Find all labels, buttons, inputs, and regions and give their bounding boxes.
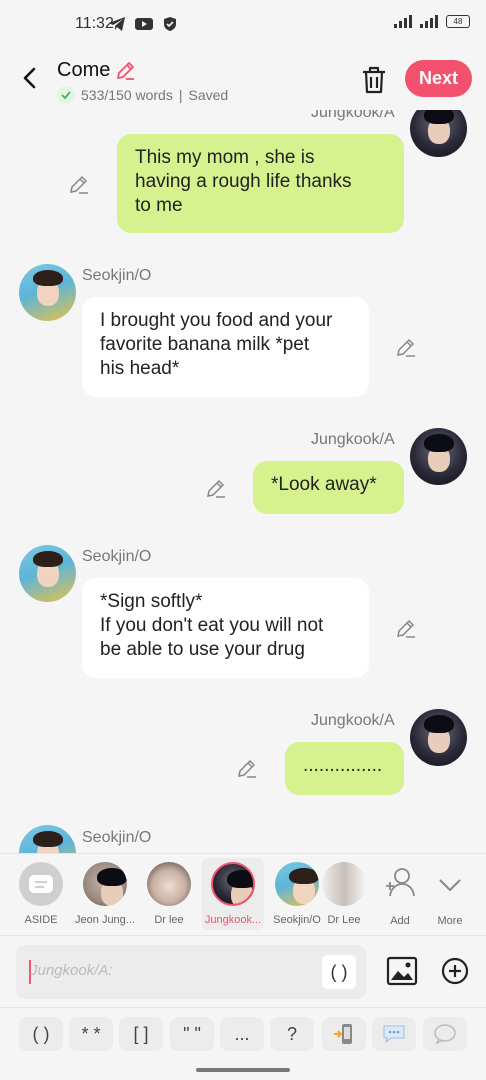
character-label: ASIDE: [24, 914, 58, 926]
saved-status: Saved: [188, 87, 229, 103]
home-indicator[interactable]: [196, 1068, 290, 1072]
trash-icon[interactable]: [360, 65, 388, 95]
edit-icon[interactable]: [205, 477, 227, 499]
edit-icon[interactable]: [395, 617, 417, 639]
separator: |: [178, 87, 183, 103]
status-system-icons: 48: [394, 14, 470, 28]
editor-header: Come 533/150 words | Saved Next: [0, 48, 486, 110]
avatar-jungkook[interactable]: [410, 709, 467, 766]
message-bubble[interactable]: *Look away*: [253, 461, 404, 514]
avatar-seokjin[interactable]: [19, 825, 76, 853]
edit-icon[interactable]: [395, 336, 417, 358]
message-bubble[interactable]: *Sign softly* If you don't eat you will …: [82, 578, 369, 678]
parentheses-button[interactable]: ( ): [19, 1017, 63, 1051]
add-circle-icon[interactable]: [440, 956, 470, 986]
character-dr-lee[interactable]: Dr lee: [138, 858, 200, 930]
format-toolbar: ( ) * * [ ] " " ... ?: [0, 1007, 486, 1061]
battery-icon: 48: [446, 14, 470, 28]
character-jungkook-selected[interactable]: Jungkook...: [202, 858, 264, 930]
avatar-jungkook[interactable]: [410, 110, 467, 157]
character-avatar: [275, 862, 319, 906]
story-title-text: Come: [57, 59, 111, 81]
next-button[interactable]: Next: [405, 60, 472, 97]
speech-bubble-icon: [434, 1024, 456, 1045]
youtube-icon: [135, 18, 153, 30]
telegram-icon: [109, 17, 125, 31]
pencil-icon[interactable]: [114, 60, 136, 82]
battery-level: 48: [453, 16, 463, 26]
back-arrow-icon[interactable]: [16, 64, 44, 92]
speaker-name: Seokjin/O: [82, 267, 152, 284]
input-row: Jungkook/A: ( ): [0, 935, 486, 1007]
thought-bubble-button[interactable]: [372, 1017, 416, 1051]
message-input[interactable]: Jungkook/A: ( ): [16, 945, 366, 999]
speaker-name: Jungkook/A: [311, 431, 395, 448]
character-dr-lee-2[interactable]: Dr Lee: [322, 858, 366, 930]
story-title[interactable]: Come: [57, 59, 136, 82]
avatar-seokjin[interactable]: [19, 545, 76, 602]
character-avatar: [147, 862, 191, 906]
speech-bubble-button[interactable]: [423, 1017, 467, 1051]
aside-avatar: [19, 862, 63, 906]
message-bubble[interactable]: I brought you food and your favorite ban…: [82, 297, 369, 397]
avatar-seokjin[interactable]: [19, 264, 76, 321]
phone-icon: [334, 1024, 352, 1044]
edit-icon[interactable]: [68, 173, 90, 195]
check-icon: [57, 86, 75, 104]
character-avatar: [211, 862, 255, 906]
asterisks-button[interactable]: * *: [69, 1017, 113, 1051]
ellipsis-button[interactable]: ...: [220, 1017, 264, 1051]
status-app-icons: [108, 16, 178, 32]
quotes-button[interactable]: " ": [170, 1017, 214, 1051]
chat-area[interactable]: Jungkook/A This my mom , she is having a…: [0, 110, 486, 853]
insert-parentheses-button[interactable]: ( ): [322, 955, 356, 989]
chevron-down-icon: [439, 879, 461, 892]
phone-call-button[interactable]: [322, 1017, 366, 1051]
word-count-status: 533/150 words | Saved: [57, 86, 228, 104]
more-characters-button[interactable]: More: [419, 858, 481, 930]
character-selector: ASIDE Jeon Jung... Dr lee Jungkook... Se…: [0, 853, 486, 935]
character-seokjin[interactable]: Seokjin/O: [266, 858, 328, 930]
character-jeon-jungkook[interactable]: Jeon Jung...: [74, 858, 136, 930]
input-placeholder: Jungkook/A:: [30, 962, 113, 979]
character-avatar: [322, 862, 366, 906]
add-user-icon: [386, 868, 415, 897]
word-count: 533/150 words: [81, 87, 173, 103]
brackets-button[interactable]: [ ]: [119, 1017, 163, 1051]
character-label: Seokjin/O: [273, 914, 321, 926]
character-label: Jeon Jung...: [75, 914, 135, 926]
character-label: Dr Lee: [327, 914, 361, 926]
image-icon[interactable]: [386, 955, 418, 987]
status-bar: 11:32 48: [0, 0, 486, 48]
speaker-name: Seokjin/O: [82, 829, 152, 846]
question-button[interactable]: ?: [270, 1017, 314, 1051]
speaker-name: Seokjin/O: [82, 548, 152, 565]
speaker-name: Jungkook/A: [311, 712, 395, 729]
message-bubble[interactable]: This my mom , she is having a rough life…: [117, 134, 404, 233]
message-bubble[interactable]: ...............: [285, 742, 404, 795]
edit-icon[interactable]: [236, 757, 258, 779]
character-aside[interactable]: ASIDE: [10, 858, 72, 930]
speech-dots-icon: [383, 1025, 405, 1044]
character-label: Dr lee: [154, 914, 184, 926]
signal-icon-2: [420, 15, 438, 28]
chat-bubble-icon: [29, 875, 53, 893]
signal-icon: [394, 15, 412, 28]
speaker-name: Jungkook/A: [311, 110, 395, 121]
character-label: Jungkook...: [204, 914, 262, 926]
character-avatar: [83, 862, 127, 906]
more-label: More: [437, 915, 463, 927]
avatar-jungkook[interactable]: [410, 428, 467, 485]
shield-icon: [164, 17, 176, 31]
